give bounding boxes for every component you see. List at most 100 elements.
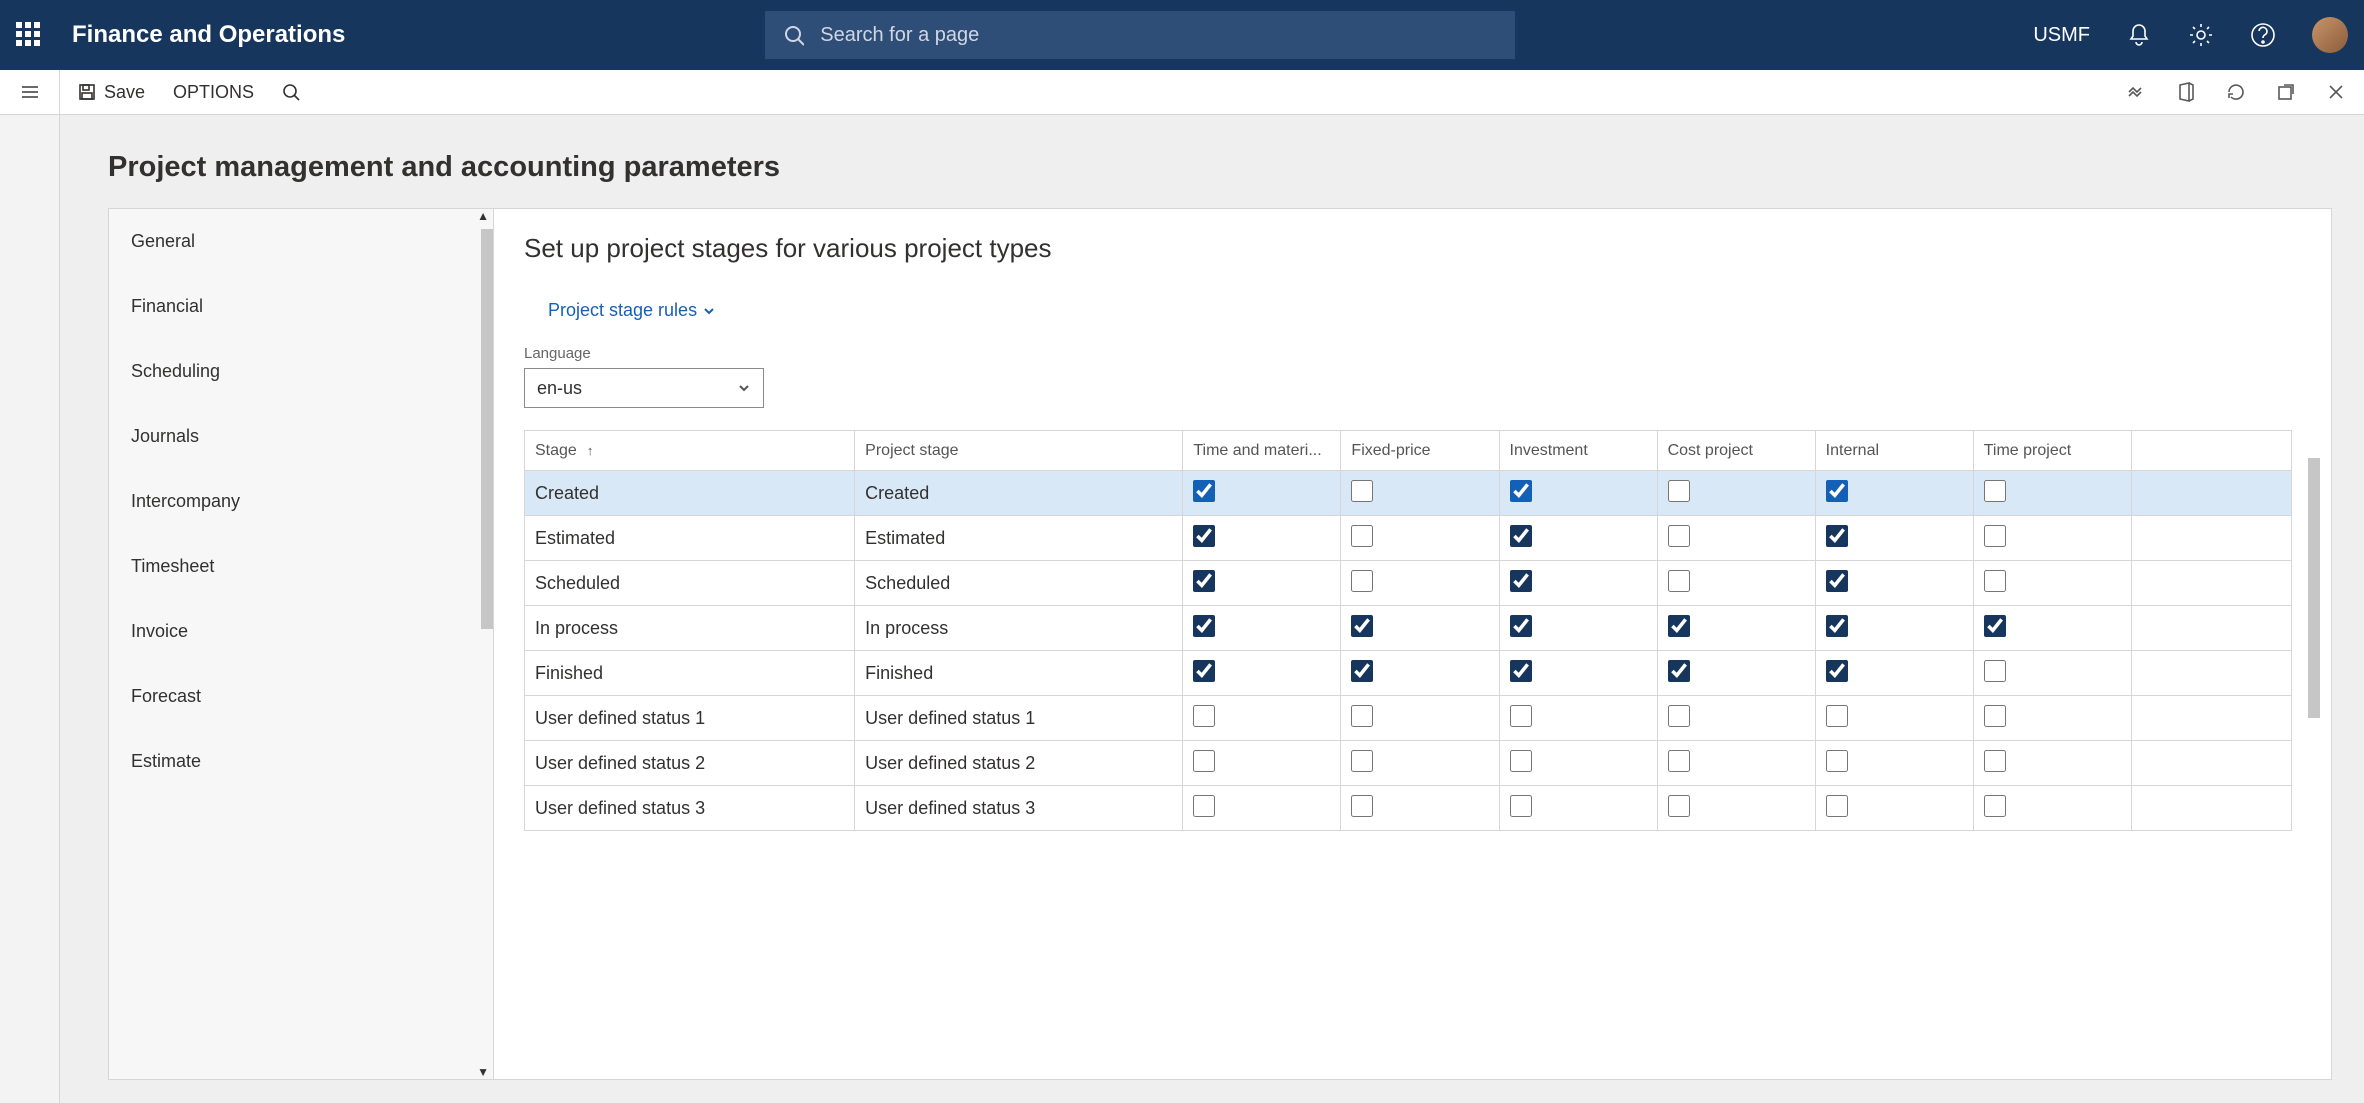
navigation-toggle[interactable]: [0, 70, 60, 114]
stage-checkbox[interactable]: [1193, 525, 1215, 547]
cell-stage[interactable]: Created: [525, 471, 855, 516]
stage-checkbox[interactable]: [1826, 795, 1848, 817]
stage-checkbox[interactable]: [1668, 750, 1690, 772]
stage-checkbox[interactable]: [1826, 525, 1848, 547]
stage-checkbox[interactable]: [1510, 795, 1532, 817]
stage-checkbox[interactable]: [1668, 525, 1690, 547]
cell-project-stage[interactable]: In process: [855, 606, 1183, 651]
table-row[interactable]: CreatedCreated: [525, 471, 2292, 516]
column-header-time-project[interactable]: Time project: [1973, 431, 2131, 471]
search-input[interactable]: [820, 24, 1497, 47]
panel-scrollbar-thumb[interactable]: [2308, 458, 2320, 718]
cell-project-stage[interactable]: User defined status 1: [855, 696, 1183, 741]
stage-checkbox[interactable]: [1193, 750, 1215, 772]
stage-checkbox[interactable]: [1510, 705, 1532, 727]
stage-checkbox[interactable]: [1668, 570, 1690, 592]
stage-checkbox[interactable]: [1351, 660, 1373, 682]
stage-checkbox[interactable]: [1510, 570, 1532, 592]
stage-checkbox[interactable]: [1984, 705, 2006, 727]
sidenav-item-scheduling[interactable]: Scheduling: [109, 339, 493, 404]
stage-checkbox[interactable]: [1510, 525, 1532, 547]
stage-checkbox[interactable]: [1984, 750, 2006, 772]
table-row[interactable]: ScheduledScheduled: [525, 561, 2292, 606]
table-row[interactable]: EstimatedEstimated: [525, 516, 2292, 561]
table-row[interactable]: User defined status 1User defined status…: [525, 696, 2292, 741]
save-button[interactable]: Save: [78, 82, 145, 103]
cell-stage[interactable]: Estimated: [525, 516, 855, 561]
cell-stage[interactable]: Scheduled: [525, 561, 855, 606]
project-stage-rules-link[interactable]: Project stage rules: [548, 300, 715, 321]
sidenav-item-timesheet[interactable]: Timesheet: [109, 534, 493, 599]
stage-checkbox[interactable]: [1984, 525, 2006, 547]
cell-project-stage[interactable]: Created: [855, 471, 1183, 516]
stage-checkbox[interactable]: [1510, 480, 1532, 502]
table-row[interactable]: User defined status 2User defined status…: [525, 741, 2292, 786]
stage-checkbox[interactable]: [1984, 795, 2006, 817]
stage-checkbox[interactable]: [1668, 705, 1690, 727]
sidenav-item-invoice[interactable]: Invoice: [109, 599, 493, 664]
sidenav-item-forecast[interactable]: Forecast: [109, 664, 493, 729]
close-icon[interactable]: [2326, 82, 2346, 102]
sidenav-item-general[interactable]: General: [109, 209, 493, 274]
stage-checkbox[interactable]: [1984, 615, 2006, 637]
stage-checkbox[interactable]: [1193, 795, 1215, 817]
stage-checkbox[interactable]: [1984, 660, 2006, 682]
cell-project-stage[interactable]: Finished: [855, 651, 1183, 696]
column-header-fixed-price[interactable]: Fixed-price: [1341, 431, 1499, 471]
office-icon[interactable]: [2176, 82, 2196, 102]
gear-icon[interactable]: [2188, 22, 2214, 48]
stage-checkbox[interactable]: [1351, 570, 1373, 592]
table-row[interactable]: In processIn process: [525, 606, 2292, 651]
help-icon[interactable]: [2250, 22, 2276, 48]
stage-checkbox[interactable]: [1668, 795, 1690, 817]
stage-checkbox[interactable]: [1351, 705, 1373, 727]
sidenav-item-intercompany[interactable]: Intercompany: [109, 469, 493, 534]
stage-checkbox[interactable]: [1826, 615, 1848, 637]
company-code[interactable]: USMF: [2033, 24, 2090, 47]
sidenav-item-journals[interactable]: Journals: [109, 404, 493, 469]
options-button[interactable]: OPTIONS: [173, 82, 254, 103]
cell-project-stage[interactable]: User defined status 3: [855, 786, 1183, 831]
sidenav-item-estimate[interactable]: Estimate: [109, 729, 493, 794]
language-select[interactable]: en-us: [524, 368, 764, 408]
column-header-time-and-materi-[interactable]: Time and materi...: [1183, 431, 1341, 471]
stage-checkbox[interactable]: [1826, 705, 1848, 727]
stage-checkbox[interactable]: [1193, 570, 1215, 592]
stage-checkbox[interactable]: [1826, 750, 1848, 772]
nav-scrollbar-thumb[interactable]: [481, 229, 493, 629]
user-avatar[interactable]: [2312, 17, 2348, 53]
stage-checkbox[interactable]: [1351, 615, 1373, 637]
cell-project-stage[interactable]: User defined status 2: [855, 741, 1183, 786]
cell-stage[interactable]: User defined status 3: [525, 786, 855, 831]
stage-checkbox[interactable]: [1984, 480, 2006, 502]
cell-stage[interactable]: In process: [525, 606, 855, 651]
cell-project-stage[interactable]: Estimated: [855, 516, 1183, 561]
popout-icon[interactable]: [2276, 82, 2296, 102]
stage-checkbox[interactable]: [1668, 660, 1690, 682]
nav-scroll-down[interactable]: ▼: [477, 1065, 489, 1079]
column-header-internal[interactable]: Internal: [1815, 431, 1973, 471]
stage-checkbox[interactable]: [1668, 480, 1690, 502]
sidenav-item-financial[interactable]: Financial: [109, 274, 493, 339]
global-search[interactable]: [765, 11, 1515, 59]
stage-checkbox[interactable]: [1193, 615, 1215, 637]
find-button[interactable]: [282, 83, 300, 101]
stage-checkbox[interactable]: [1826, 570, 1848, 592]
stage-checkbox[interactable]: [1510, 615, 1532, 637]
stage-checkbox[interactable]: [1510, 750, 1532, 772]
bell-icon[interactable]: [2126, 22, 2152, 48]
cell-stage[interactable]: Finished: [525, 651, 855, 696]
column-header-investment[interactable]: Investment: [1499, 431, 1657, 471]
stage-checkbox[interactable]: [1510, 660, 1532, 682]
stage-checkbox[interactable]: [1351, 525, 1373, 547]
stage-checkbox[interactable]: [1193, 480, 1215, 502]
stage-checkbox[interactable]: [1351, 750, 1373, 772]
related-info-icon[interactable]: [2126, 82, 2146, 102]
app-launcher-icon[interactable]: [16, 22, 42, 48]
cell-project-stage[interactable]: Scheduled: [855, 561, 1183, 606]
stage-checkbox[interactable]: [1351, 480, 1373, 502]
column-header-project-stage[interactable]: Project stage: [855, 431, 1183, 471]
stage-checkbox[interactable]: [1984, 570, 2006, 592]
stage-checkbox[interactable]: [1193, 705, 1215, 727]
cell-stage[interactable]: User defined status 1: [525, 696, 855, 741]
